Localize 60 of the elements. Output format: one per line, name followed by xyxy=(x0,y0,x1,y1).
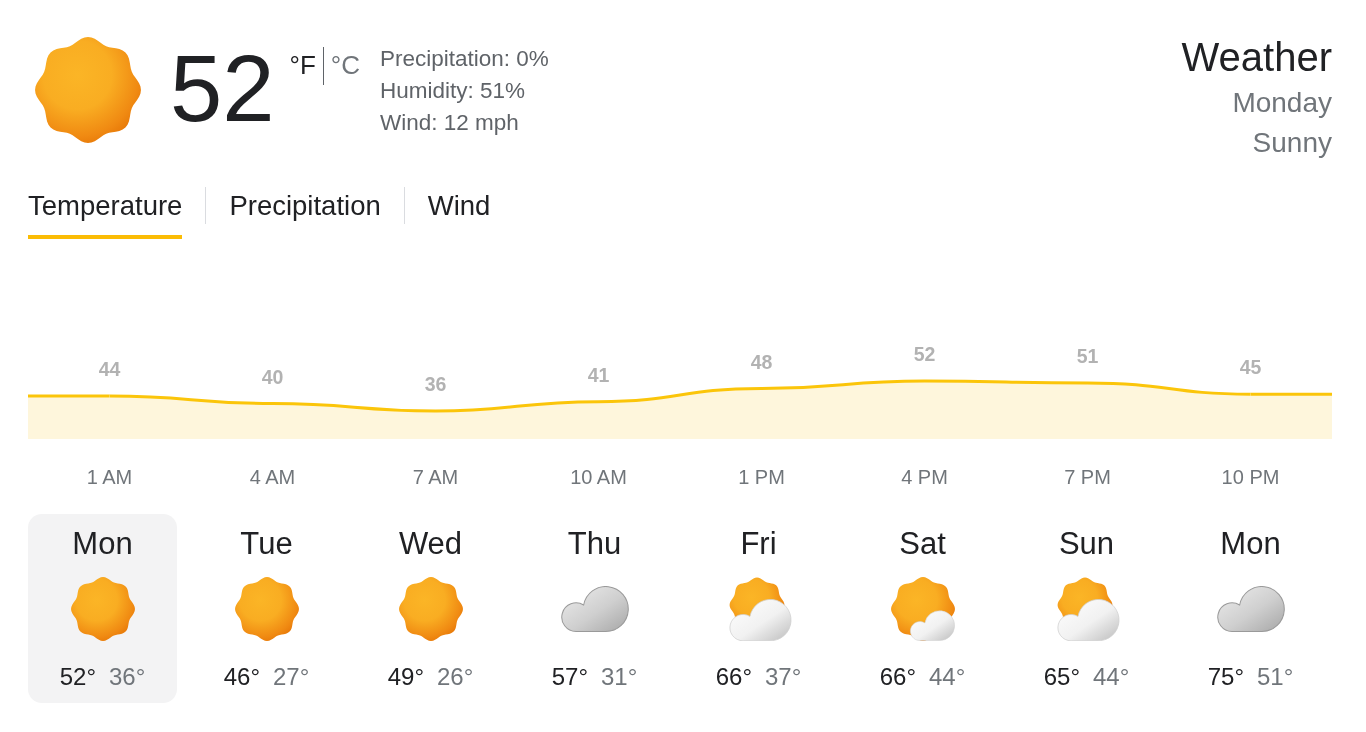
high-temperature: 65° xyxy=(1043,663,1080,691)
day-name: Sat xyxy=(899,527,946,561)
day-name: Fri xyxy=(740,527,777,561)
weather-title: Weather xyxy=(1181,35,1332,79)
day-name: Thu xyxy=(567,527,622,561)
tab[interactable]: Wind xyxy=(427,187,491,239)
value-label: 36 xyxy=(424,373,447,395)
low-temperature: 44° xyxy=(1093,663,1130,691)
sun-icon xyxy=(234,577,299,641)
day-name: Wed xyxy=(398,527,463,561)
time-label: 7 AM xyxy=(412,466,459,488)
high-temperature: 57° xyxy=(551,663,588,691)
day-card[interactable]: Mon 52° 36° xyxy=(28,514,177,703)
weather-detail: Precipitation: 0% xyxy=(380,45,549,73)
day-name: Sun xyxy=(1058,527,1115,561)
high-temperature: 75° xyxy=(1207,663,1244,691)
time-label: 10 PM xyxy=(1221,466,1280,488)
high-temperature: 46° xyxy=(223,663,260,691)
time-label: 4 PM xyxy=(901,466,948,488)
unit-toggle[interactable]: °F xyxy=(289,47,316,78)
cloud-icon xyxy=(1216,586,1285,632)
current-temperature: 52 xyxy=(170,42,275,136)
time-label: 1 PM xyxy=(738,466,785,488)
day-name: Mon xyxy=(72,527,133,561)
low-temperature: 37° xyxy=(765,663,802,691)
value-label: 44 xyxy=(98,358,121,380)
value-label: 41 xyxy=(587,363,610,386)
time-label: 7 PM xyxy=(1064,466,1111,488)
cloud-icon xyxy=(560,586,629,632)
low-temperature: 31° xyxy=(601,663,638,691)
sun-icon xyxy=(398,577,463,641)
value-label: 45 xyxy=(1239,356,1262,379)
high-temperature: 66° xyxy=(715,663,752,691)
day-name: Tue xyxy=(240,527,293,561)
low-temperature: 27° xyxy=(273,663,310,691)
tab[interactable]: Precipitation xyxy=(229,187,381,239)
time-label: 1 AM xyxy=(86,466,133,488)
sun-icon xyxy=(35,37,141,143)
weather-detail: Humidity: 51% xyxy=(380,77,527,105)
sun-icon xyxy=(70,577,135,641)
low-temperature: 36° xyxy=(109,663,146,691)
high-temperature: 49° xyxy=(387,663,424,691)
day-text: Monday xyxy=(1232,86,1332,120)
high-temperature: 66° xyxy=(879,663,916,691)
high-temperature: 52° xyxy=(59,663,96,691)
value-label: 40 xyxy=(261,365,284,388)
value-label: 48 xyxy=(750,350,773,373)
weather-detail: Wind: 12 mph xyxy=(380,109,520,137)
value-label: 52 xyxy=(913,343,936,365)
value-label: 51 xyxy=(1076,344,1099,367)
unit-toggle[interactable]: °C xyxy=(330,47,361,78)
condition-text: Sunny xyxy=(1252,126,1332,160)
time-label: 4 AM xyxy=(249,466,296,488)
low-temperature: 26° xyxy=(437,663,474,691)
low-temperature: 44° xyxy=(929,663,966,691)
time-label: 10 AM xyxy=(570,466,627,488)
tab[interactable]: Temperature xyxy=(28,187,183,239)
day-name: Mon xyxy=(1220,527,1281,561)
sun-cloud-icon xyxy=(890,577,955,641)
low-temperature: 51° xyxy=(1257,663,1294,691)
